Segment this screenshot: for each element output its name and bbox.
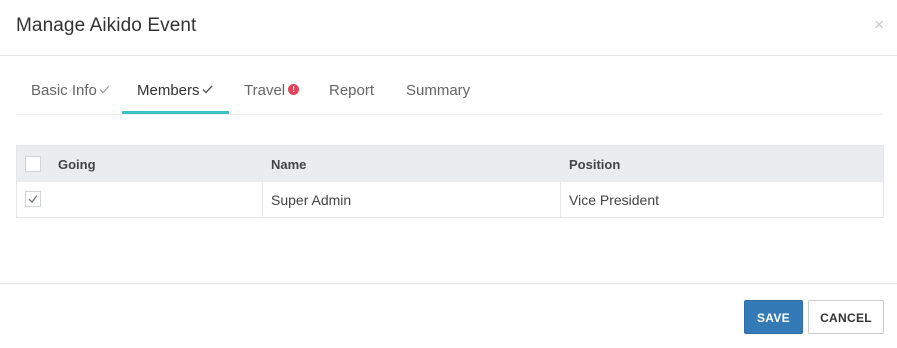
close-icon[interactable]: × — [874, 15, 884, 35]
member-position: Vice President — [569, 192, 660, 208]
save-button[interactable]: SAVE — [744, 300, 803, 334]
tab-bar: Basic Info Members Travel! Report Summar… — [16, 68, 882, 115]
table-header: Going Name Position — [17, 146, 883, 182]
modal-header: Manage Aikido Event × — [0, 0, 897, 56]
tab-basic-info[interactable]: Basic Info — [16, 68, 122, 114]
cancel-button[interactable]: CANCEL — [808, 300, 884, 334]
alert-icon: ! — [288, 84, 300, 96]
column-header-position: Position — [569, 157, 621, 172]
going-checkbox[interactable] — [25, 191, 41, 207]
member-name: Super Admin — [271, 192, 352, 208]
column-divider — [560, 182, 561, 217]
column-header-going: Going — [58, 157, 96, 172]
tab-label: Summary — [406, 82, 471, 99]
column-header-name: Name — [271, 157, 307, 172]
tab-members[interactable]: Members — [122, 68, 229, 114]
tab-label: Travel — [244, 82, 286, 99]
tab-label: Basic Info — [31, 82, 97, 99]
check-icon — [28, 195, 38, 204]
manage-event-modal: Manage Aikido Event × Basic Info Members… — [0, 0, 897, 348]
column-divider — [262, 182, 263, 217]
check-icon — [202, 85, 212, 94]
tab-report[interactable]: Report — [314, 68, 391, 114]
tab-travel[interactable]: Travel! — [229, 68, 314, 114]
tab-label: Report — [329, 82, 375, 99]
tab-label: Members — [137, 82, 200, 99]
members-table: Going Name Position Super Admin Vice Pre… — [16, 145, 884, 218]
modal-footer: SAVE CANCEL — [0, 283, 897, 348]
tab-summary[interactable]: Summary — [391, 68, 486, 114]
modal-title: Manage Aikido Event — [16, 15, 197, 36]
select-all-checkbox[interactable] — [25, 156, 41, 172]
table-row: Super Admin Vice President — [17, 182, 883, 217]
check-icon — [99, 85, 110, 94]
